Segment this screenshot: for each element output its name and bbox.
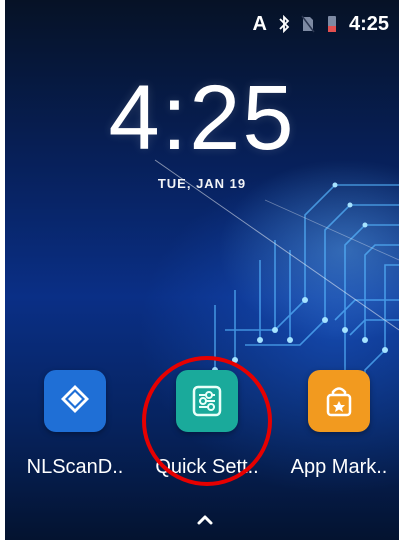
no-sim-icon	[301, 15, 315, 33]
lockscreen-date: TUE, JAN 19	[157, 176, 247, 191]
highlight-circle	[142, 356, 272, 486]
status-letter: A	[252, 12, 267, 35]
shopping-bag-icon[interactable]	[308, 370, 370, 432]
status-time: 4:25	[348, 12, 389, 35]
app-nlscan[interactable]: NLScanD..	[15, 370, 135, 490]
battery-icon	[327, 16, 336, 32]
app-label-nlscan: NLScanD..	[26, 456, 124, 478]
app-market[interactable]: App Mark..	[279, 370, 399, 490]
bluetooth-icon	[279, 15, 290, 33]
home-screen: A 4:25 4:25 TUE, JAN 19 NLScanD.. Quick …	[5, 0, 399, 540]
app-label-market: App Mark..	[290, 456, 388, 478]
lockscreen-clock: 4:25	[108, 67, 296, 169]
status-bar: A 4:25	[253, 12, 389, 36]
chevron-up-icon[interactable]	[195, 512, 215, 528]
nlscan-icon[interactable]	[44, 370, 106, 432]
